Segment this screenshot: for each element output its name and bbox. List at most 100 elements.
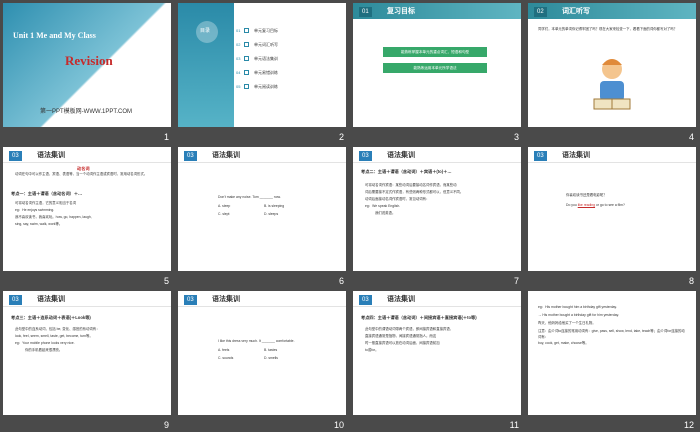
slide-thumbnail-11[interactable]: 03 语法集训 考点四：主语＋谓语（含动词）＋间接宾语＋直接宾语(＋to等) 此… — [350, 288, 525, 432]
contents-item: 01 单元复习目标 — [236, 28, 278, 33]
section-title: 语法集训 — [37, 152, 65, 159]
section-title: 语法集训 — [212, 152, 240, 159]
bullet-icon — [244, 42, 249, 47]
option-c: C. slept — [218, 212, 230, 216]
bullet-icon — [244, 28, 249, 33]
point-label: 考点三：主语＋连系动词＋表语(＋Look等) — [11, 315, 91, 320]
section-tag: 03 — [9, 295, 22, 305]
point-label: 考点二：主语＋谓语（含动词）＋宾语＋(to)＋… — [361, 169, 452, 174]
answer-line: Do you like reading or go to see a film? — [566, 203, 625, 207]
answer-fill: like reading — [577, 203, 596, 207]
bullet-icon — [244, 70, 249, 75]
section-tag: 02 — [534, 7, 547, 17]
slide-thumbnail-4[interactable]: 02 词汇听写 同学们，本单元的单词你记得牢固了吗？现在大家来检查一下，看看下面… — [525, 0, 700, 144]
goal-box-1: 能熟练掌握本单元的重点词汇、短语和句型 — [383, 47, 487, 57]
question-text: 你喜欢读书还是看电影呢？ — [566, 193, 607, 197]
point-line: 你的手机看起来很漂亮。 — [25, 348, 63, 352]
slide-thumbnail-7[interactable]: 03 语法集训 考点二：主语＋谓语（含动词）＋宾语＋(to)＋… 可将动名词作宾… — [350, 144, 525, 288]
slide-number: 6 — [338, 276, 344, 286]
example-line: eg：His mother bought him a birthday gift… — [538, 305, 617, 309]
section-title: 复习目标 — [387, 8, 415, 15]
topic-title: 动名词 — [77, 166, 90, 171]
point-line: 时一般直接宾语可以放在动词后面，间接宾语前加 — [365, 341, 440, 345]
slide-number: 7 — [513, 276, 519, 286]
section-title: 语法集训 — [562, 152, 590, 159]
footer-text: 第一PPT模板网-WWW.1PPT.COM — [40, 109, 132, 115]
option-b: B. is sleeping — [264, 204, 285, 208]
slide-header: 03 语法集训 — [353, 291, 521, 307]
point-line: eg：Your mobile phone looks very nice. — [15, 341, 75, 345]
slide-number: 10 — [333, 420, 344, 430]
slide-thumbnail-8[interactable]: 03 语法集训 你喜欢读书还是看电影呢？ Do you like reading… — [525, 144, 700, 288]
intro-text: 同学们，本单元的单词你记得牢固了吗？现在大家来检查一下，看看下面的词你都写对了吗… — [538, 27, 678, 31]
point-line: 此句型中的连系动词，包括 be, 变化、感官的系动词有： — [15, 327, 100, 331]
slide-thumbnail-2[interactable]: 目录 01 单元复习目标 02 单元词汇听写 03 单元语法集训 04 单元易错… — [175, 0, 350, 144]
slide-1: Unit 1 Me and My Class Revision 第一PPT模板网… — [3, 3, 171, 127]
point-line: 直接宾语通常是指物，间接宾语通常指人。而这 — [365, 334, 437, 338]
slide-3: 01 复习目标 能熟练掌握本单元的重点词汇、短语和句型 能熟练运用本单元所学语法 — [353, 3, 521, 127]
point-line: eg：He enjoys swimming. — [15, 208, 55, 212]
contents-item: 02 单元词汇听写 — [236, 42, 278, 47]
contents-item: 05 单元阅读训练 — [236, 84, 278, 89]
slide-header: 02 词汇听写 — [528, 3, 696, 19]
slide-thumbnail-1[interactable]: Unit 1 Me and My Class Revision 第一PPT模板网… — [0, 0, 175, 144]
point-label: 考点一：主语＋谓语（含动名词）＋… — [11, 191, 83, 196]
contents-item: 03 单元语法集训 — [236, 56, 278, 61]
slide-thumbnail-5[interactable]: 03 语法集训 动名词 动词在句中可以作主语、宾语、表语等，当一个动词作主语或宾… — [0, 144, 175, 288]
slide-header: 03 语法集训 — [3, 147, 171, 163]
slide-number: 8 — [688, 276, 694, 286]
section-title: 语法集训 — [212, 296, 240, 303]
slide-header: 03 语法集训 — [3, 291, 171, 307]
slide-thumbnail-grid: Unit 1 Me and My Class Revision 第一PPT模板网… — [0, 0, 700, 431]
point-line: 我不喜欢读书，我喜欢玩。how, go, happen, laugh, — [15, 215, 92, 219]
section-tag: 03 — [184, 151, 197, 161]
goal-box-2: 能熟练运用本单元所学语法 — [383, 63, 487, 73]
section-title: 语法集训 — [387, 296, 415, 303]
question-text: I like this dress very much. It _______ … — [218, 339, 295, 343]
slide-number: 2 — [338, 132, 344, 142]
slide-8: 03 语法集训 你喜欢读书还是看电影呢？ Do you like reading… — [528, 147, 696, 271]
slide-thumbnail-12[interactable]: eg：His mother bought him a birthday gift… — [525, 288, 700, 432]
option-d: D. sleeps — [264, 212, 279, 216]
section-tag: 03 — [184, 295, 197, 305]
slide-4: 02 词汇听写 同学们，本单元的单词你记得牢固了吗？现在大家来检查一下，看看下面… — [528, 3, 696, 127]
example-line: 昨天，他妈妈给他买了一个生日礼物。 — [538, 321, 596, 325]
slide-thumbnail-3[interactable]: 01 复习目标 能熟练掌握本单元的重点词汇、短语和句型 能熟练运用本单元所学语法… — [350, 0, 525, 144]
slide-thumbnail-9[interactable]: 03 语法集训 考点三：主语＋连系动词＋表语(＋Look等) 此句型中的连系动词… — [0, 288, 175, 432]
point-label: 考点四：主语＋谓语（含动词）＋间接宾语＋直接宾语(＋to等) — [361, 315, 477, 320]
slide-10: 03 语法集训 I like this dress very much. It … — [178, 291, 346, 415]
point-line: eg：We speak English. — [365, 204, 401, 208]
section-tag: 03 — [534, 151, 547, 161]
slide-thumbnail-6[interactable]: 03 语法集训 Don't make any noise. Tom ______… — [175, 144, 350, 288]
slide-number: 4 — [688, 132, 694, 142]
option-b: B. tastes — [264, 348, 278, 352]
slide-thumbnail-10[interactable]: 03 语法集训 I like this dress very much. It … — [175, 288, 350, 432]
slide-number: 5 — [163, 276, 169, 286]
slide-header: 03 语法集训 — [353, 147, 521, 163]
bullet-icon — [244, 84, 249, 89]
bullet-icon — [244, 56, 249, 61]
topic-intro: 动词在句中可以作主语、宾语、表语等，当一个动词作主语或宾语时，常用动名词形式。 — [15, 172, 148, 176]
point-line: 我们说英语。 — [375, 211, 396, 215]
subtitle-text: Revision — [65, 53, 113, 68]
point-line: 可将动名词作宾语：某些动词后要接动名词作宾语，而某些动 — [365, 183, 457, 187]
slide-12: eg：His mother bought him a birthday gift… — [528, 291, 696, 415]
option-a: A. sleep — [218, 204, 231, 208]
note-line: 注意：由介词to连接的常用动词有：give, pass, sell, show,… — [538, 329, 685, 339]
point-line: 此句型中的谓语动词带两个宾语，即间接宾语和直接宾语， — [365, 327, 454, 331]
section-tag: 03 — [359, 151, 372, 161]
example-line: → His mother bought a birthday gift for … — [538, 313, 619, 317]
slide-header: 01 复习目标 — [353, 3, 521, 19]
contents-list: 01 单元复习目标 02 单元词汇听写 03 单元语法集训 04 单元易错训练 … — [236, 25, 336, 95]
slide-header: 03 语法集训 — [178, 291, 346, 307]
question-text: Don't make any noise. Tom _______ now. — [218, 195, 281, 199]
section-tag: 01 — [359, 7, 372, 17]
section-tag: 03 — [359, 295, 372, 305]
contents-item: 04 单元易错训练 — [236, 70, 278, 75]
section-tag: 03 — [9, 151, 22, 161]
point-line: 可将动名词作主语，它的意义相当于名词 — [15, 201, 77, 205]
note-line: buy, cook, get, make, choose等。 — [538, 341, 589, 345]
slide-number: 11 — [509, 420, 519, 430]
point-line: 动词后面接动名词作宾语时，常见动词有： — [365, 197, 430, 201]
option-d: D. smells — [264, 356, 278, 360]
